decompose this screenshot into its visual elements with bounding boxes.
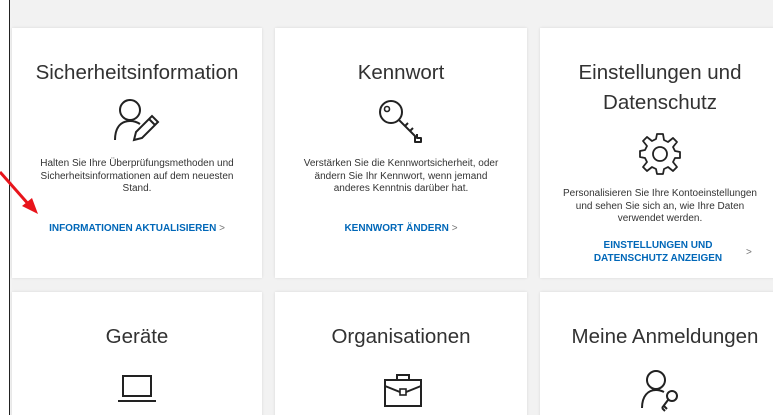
card-devices: Geräte <box>12 292 262 415</box>
key-icon <box>379 100 422 143</box>
link-label-line: EINSTELLUNGEN UND <box>603 240 713 251</box>
card-my-sign-ins: Meine Anmeldungen <box>540 292 773 415</box>
red-arrow-icon <box>0 171 38 214</box>
chevron-right-icon: > <box>451 223 458 234</box>
card-title-line: Datenschutz <box>603 91 717 114</box>
card-title: Organisationen <box>331 325 471 348</box>
card-description-line: Verstärken Sie die Kennwortsicherheit, o… <box>303 158 499 169</box>
user-edit-icon <box>114 99 160 142</box>
gear-icon <box>639 133 681 175</box>
card-security-info: Sicherheitsinformation Halten Sie Ihre Ü… <box>12 28 262 278</box>
card-title: Geräte <box>105 325 169 348</box>
card-title-line: Einstellungen und <box>578 61 742 84</box>
card-description-line: Halten Sie Ihre Überprüfungsmethoden und <box>40 158 234 169</box>
link-label-line: DATENSCHUTZ ANZEIGEN <box>593 252 723 264</box>
card-organizations: Organisationen <box>275 292 527 415</box>
chevron-right-icon: > <box>219 223 225 234</box>
card-description-line: Sicherheitsinformationen auf dem neueste… <box>40 170 234 182</box>
change-password-link[interactable]: KENNWORT ÄNDERN > <box>344 223 457 236</box>
user-key-icon <box>641 370 678 412</box>
card-description-line: Stand. <box>122 183 152 194</box>
card-description-line: verwendet werden. <box>617 213 703 224</box>
card-description-line: anderes Kenntnis darüber hat. <box>333 183 469 194</box>
card-description-line: und sehen Sie sich an, wie Ihre Daten <box>575 200 745 212</box>
card-description-line: Personalisieren Sie Ihre Kontoeinstellun… <box>562 188 757 199</box>
chevron-right-icon: > <box>746 247 752 258</box>
dashboard-area: Sicherheitsinformation Halten Sie Ihre Ü… <box>9 0 773 415</box>
card-password: Kennwort Verstärken Sie die Kennwortsich… <box>275 28 527 278</box>
link-label: KENNWORT ÄNDERN <box>344 223 449 234</box>
card-settings-privacy: Einstellungen und Datenschutz Personalis… <box>540 28 773 278</box>
card-title: Sicherheitsinformation <box>35 61 239 84</box>
update-info-link[interactable]: INFORMATIONEN AKTUALISIEREN > <box>49 223 225 236</box>
card-title: Kennwort <box>357 61 445 84</box>
laptop-icon <box>118 375 156 402</box>
card-title: Meine Anmeldungen <box>571 325 759 348</box>
view-settings-privacy-link[interactable]: EINSTELLUNGEN UND DATENSCHUTZ ANZEIGEN <box>578 240 738 265</box>
card-description-line: ändern Sie Ihr Kennwort, wenn jemand <box>314 170 488 182</box>
link-label: INFORMATIONEN AKTUALISIEREN <box>49 223 217 234</box>
briefcase-icon <box>384 374 422 407</box>
